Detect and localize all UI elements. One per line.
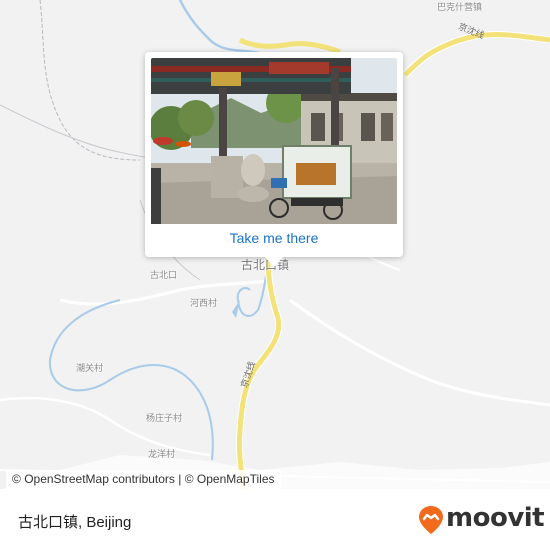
attribution-prefix: © [12,472,25,486]
place-label: 龙洋村 [148,450,176,460]
place-label: 潮关村 [76,364,104,374]
attribution-separator: | © [174,472,197,486]
place-label: 河西村 [190,299,218,309]
moovit-logo[interactable]: moovit [418,503,545,539]
place-label: 古北口 [150,271,178,281]
place-label: 杨庄子村 [146,414,183,424]
footer-bar: 古北口镇, Beijing moovit [0,489,550,550]
take-me-there-link[interactable]: Take me there [145,230,403,246]
openmaptiles-link[interactable]: OpenMapTiles [197,472,275,486]
location-popup: Take me there [145,52,403,267]
moovit-pin-icon [419,506,443,534]
place-label: 巴克什营镇 [437,3,483,13]
location-photo [151,58,397,224]
osm-link[interactable]: OpenStreetMap contributors [24,472,175,486]
map-canvas[interactable]: 巴克什营镇 古北口镇 古北口 河西村 潮关村 杨庄子村 龙洋村 京沈线 京沈线 [0,0,550,489]
moovit-wordmark: moovit [446,503,545,533]
popup-pointer [264,256,284,267]
location-title: 古北口镇, Beijing [18,514,132,531]
map-attribution: © OpenStreetMap contributors | © OpenMap… [6,470,281,489]
